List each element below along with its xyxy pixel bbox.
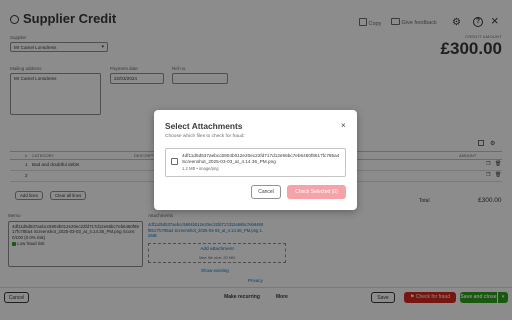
- close-icon[interactable]: ×: [341, 121, 346, 130]
- attachment-file-meta: 1.2 MB • image/png: [182, 166, 219, 171]
- modal-title: Select Attachments: [165, 121, 243, 131]
- attachment-option[interactable]: 4df11d5d537aebcc5904b012e20ec22fd717d12e…: [165, 148, 346, 177]
- attachment-checkbox[interactable]: [171, 158, 178, 165]
- check-selected-button[interactable]: Check Selected (0): [287, 185, 346, 199]
- modal-subtitle: Choose which files to check for fraud:: [165, 134, 245, 139]
- attachment-file-name: 4df11d5d537aebcc5904b012e20ec22fd717d12e…: [182, 153, 340, 164]
- select-attachments-modal: Select Attachments × Choose which files …: [154, 110, 357, 210]
- modal-cancel-button[interactable]: Cancel: [251, 185, 281, 199]
